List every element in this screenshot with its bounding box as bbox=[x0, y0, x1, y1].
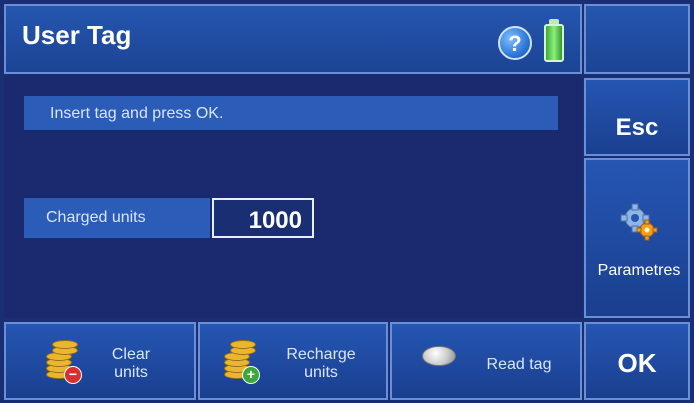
coins-add-icon: + bbox=[222, 340, 260, 384]
charged-units-value[interactable]: 1000 bbox=[212, 198, 314, 238]
recharge-units-button[interactable]: + Recharge units bbox=[198, 322, 388, 400]
clear-units-button[interactable]: − Clear units bbox=[4, 322, 196, 400]
clear-label-line1: Clear bbox=[111, 346, 151, 363]
charged-units-label: Charged units bbox=[24, 198, 210, 238]
ok-button[interactable]: OK bbox=[584, 322, 690, 400]
battery-icon bbox=[544, 24, 564, 62]
parametres-label: Parametres bbox=[597, 262, 681, 279]
read-tag-label: Read tag bbox=[486, 356, 552, 373]
esc-button[interactable]: Esc bbox=[584, 78, 690, 156]
clear-label-line2: units bbox=[114, 364, 148, 381]
page-title: User Tag bbox=[22, 20, 132, 50]
parametres-button[interactable]: Parametres bbox=[584, 158, 690, 318]
coins-remove-icon: − bbox=[44, 340, 82, 384]
recharge-label-line1: Recharge bbox=[286, 346, 356, 363]
help-icon[interactable]: ? bbox=[498, 26, 532, 60]
right-header-panel bbox=[584, 4, 690, 74]
tag-icon bbox=[422, 346, 456, 366]
recharge-label-line2: units bbox=[304, 364, 338, 381]
instruction-message: Insert tag and press OK. bbox=[24, 96, 558, 130]
read-tag-button[interactable]: Read tag bbox=[390, 322, 582, 400]
gears-icon bbox=[620, 203, 658, 241]
